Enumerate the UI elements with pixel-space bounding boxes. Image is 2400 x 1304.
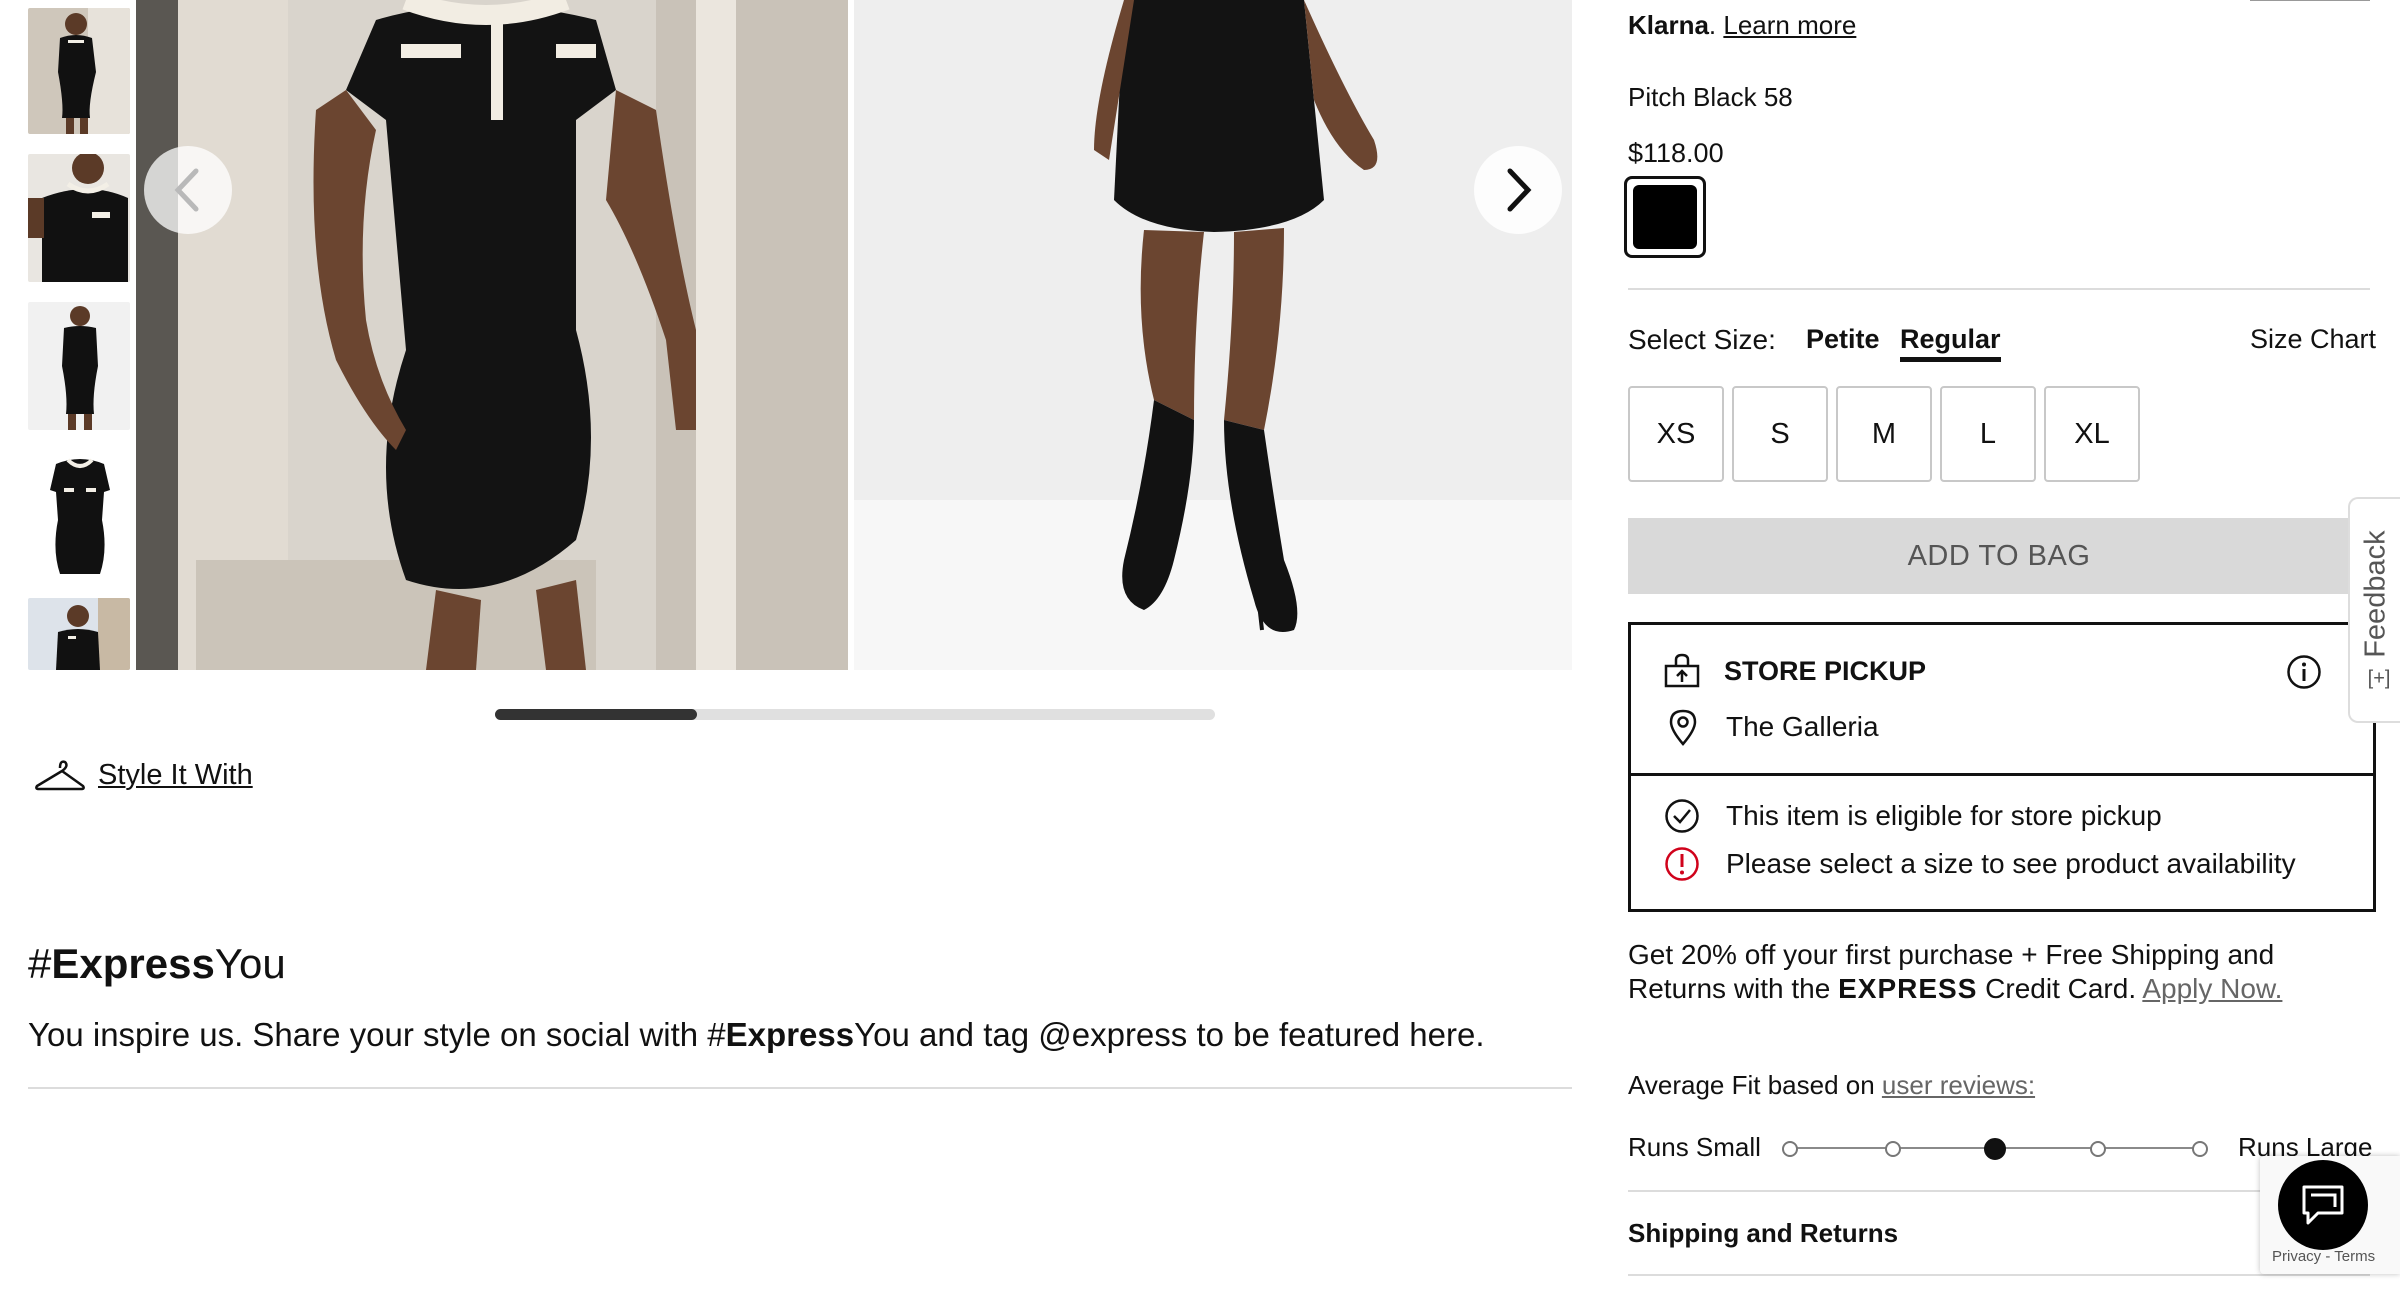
klarna-logo: Klarna bbox=[1628, 10, 1709, 40]
store-name[interactable]: The Galleria bbox=[1726, 711, 1879, 743]
pickup-warning-row: Please select a size to see product avai… bbox=[1664, 846, 2296, 882]
gallery-next-button[interactable] bbox=[1474, 146, 1562, 234]
thumbnail-3[interactable] bbox=[28, 302, 130, 430]
thumbnail-5[interactable] bbox=[28, 598, 130, 670]
reviews-link-fragment[interactable] bbox=[2250, 0, 2370, 1]
recaptcha-privacy-link[interactable]: Privacy bbox=[2272, 1248, 2321, 1265]
express-you-brand: Express bbox=[51, 940, 215, 987]
store-pickup-title: STORE PICKUP bbox=[1724, 655, 1927, 686]
product-image-2 bbox=[854, 0, 1572, 670]
size-option-s[interactable]: S bbox=[1732, 386, 1828, 482]
add-to-bag-button[interactable]: ADD TO BAG bbox=[1628, 518, 2370, 594]
fit-marker bbox=[2192, 1141, 2208, 1157]
divider bbox=[1628, 288, 2370, 290]
express-brand: EXPRESS bbox=[1838, 973, 1978, 1004]
size-option-m[interactable]: M bbox=[1836, 386, 1932, 482]
fit-marker-selected bbox=[1984, 1138, 2006, 1160]
select-size-label: Select Size: bbox=[1628, 324, 1776, 355]
gallery-prev-button[interactable] bbox=[144, 146, 232, 234]
credit-card-line-2: Returns with the EXPRESS Credit Card. Ap… bbox=[1628, 972, 2370, 1006]
user-reviews-link[interactable]: user reviews: bbox=[1882, 1070, 2035, 1100]
klarna-row: Klarna. Learn more bbox=[1628, 10, 1857, 40]
divider bbox=[28, 1087, 1572, 1089]
shipping-returns-toggle[interactable]: Shipping and Returns bbox=[1628, 1218, 1898, 1249]
thumbnail-1[interactable] bbox=[28, 8, 130, 134]
apply-now-link[interactable]: Apply Now. bbox=[2142, 973, 2282, 1004]
express-you-text-start: You inspire us. Share your style on soci… bbox=[28, 1016, 726, 1053]
thumbnail-4[interactable] bbox=[28, 450, 130, 578]
credit-card-promo: Get 20% off your first purchase + Free S… bbox=[1628, 938, 2370, 1006]
alert-circle-icon bbox=[1665, 847, 1699, 881]
pickup-eligible-row: This item is eligible for store pickup bbox=[1664, 798, 2162, 834]
location-pin-icon bbox=[1669, 709, 1697, 746]
chat-button[interactable] bbox=[2278, 1160, 2368, 1250]
credit-card-line-2-end: Credit Card. bbox=[1977, 973, 2143, 1004]
chevron-right-icon bbox=[1507, 168, 1532, 212]
color-swatch-selected[interactable] bbox=[1624, 176, 1706, 258]
pinterest-payment-fragment bbox=[1628, 0, 2268, 4]
chat-icon bbox=[2302, 1185, 2344, 1225]
pickup-divider bbox=[1631, 773, 2373, 776]
credit-card-line-1: Get 20% off your first purchase + Free S… bbox=[1628, 939, 2275, 970]
recaptcha-terms-link[interactable]: Terms bbox=[2334, 1248, 2375, 1265]
product-image-1 bbox=[136, 0, 848, 670]
average-fit-text: Average Fit based on bbox=[1628, 1070, 1882, 1100]
info-icon[interactable] bbox=[2286, 654, 2322, 695]
color-swatch-fill bbox=[1633, 185, 1697, 249]
gallery-scrollbar[interactable] bbox=[495, 709, 1215, 720]
thumbnail-2[interactable] bbox=[28, 154, 130, 282]
store-location-row[interactable]: The Galleria bbox=[1668, 708, 1879, 746]
feedback-label[interactable]: [+] Feedback bbox=[2360, 530, 2393, 690]
recaptcha-links: Privacy - Terms bbox=[2272, 1248, 2375, 1265]
size-option-xs[interactable]: XS bbox=[1628, 386, 1724, 482]
runs-small-label: Runs Small bbox=[1628, 1132, 1761, 1162]
pickup-eligible-text: This item is eligible for store pickup bbox=[1726, 800, 2162, 831]
store-pickup-header: STORE PICKUP bbox=[1662, 652, 1926, 690]
feedback-text[interactable]: Feedback bbox=[2360, 530, 2392, 657]
fit-marker bbox=[2089, 1141, 2106, 1157]
product-price: $118.00 bbox=[1628, 138, 1724, 168]
color-name: Pitch Black 58 bbox=[1628, 82, 1793, 112]
feedback-tab[interactable]: [+] Feedback bbox=[2348, 497, 2400, 723]
express-you-text-end: You and tag @express to be featured here… bbox=[854, 1016, 1485, 1053]
express-you-text-brand: Express bbox=[725, 1016, 855, 1053]
tab-regular[interactable]: Regular bbox=[1900, 324, 2001, 362]
gallery-scrollbar-thumb[interactable] bbox=[495, 709, 697, 720]
express-you-heading: #ExpressYou bbox=[28, 940, 286, 988]
feedback-icon: [+] bbox=[2367, 667, 2391, 690]
divider bbox=[1628, 1190, 2370, 1192]
size-option-l[interactable]: L bbox=[1940, 386, 2036, 482]
recaptcha-separator: - bbox=[2321, 1248, 2335, 1265]
credit-card-line-2-start: Returns with the bbox=[1628, 973, 1839, 1004]
hanger-icon bbox=[35, 760, 85, 791]
express-you-suffix: You bbox=[214, 940, 286, 987]
express-you-hash: # bbox=[28, 940, 52, 987]
tab-petite[interactable]: Petite bbox=[1806, 324, 1880, 355]
style-it-with-label[interactable]: Style It With bbox=[98, 759, 253, 792]
divider bbox=[1628, 1274, 2370, 1276]
average-fit-label: Average Fit based on user reviews: bbox=[1628, 1070, 2035, 1101]
check-circle-icon bbox=[1665, 799, 1699, 833]
fit-marker bbox=[1782, 1141, 1798, 1157]
chevron-left-icon bbox=[174, 168, 199, 212]
style-it-with-link[interactable]: Style It With bbox=[34, 758, 253, 792]
pickup-warning-text: Please select a size to see product avai… bbox=[1726, 848, 2296, 879]
klarna-learn-more-link[interactable]: Learn more bbox=[1723, 10, 1856, 40]
fit-marker bbox=[1884, 1141, 1901, 1157]
express-you-text: You inspire us. Share your style on soci… bbox=[28, 1016, 1485, 1054]
size-option-xl[interactable]: XL bbox=[2044, 386, 2140, 482]
store-pickup-icon bbox=[1664, 653, 1700, 688]
fit-scale bbox=[1782, 1138, 2208, 1160]
size-chart-link[interactable]: Size Chart bbox=[2250, 324, 2376, 355]
